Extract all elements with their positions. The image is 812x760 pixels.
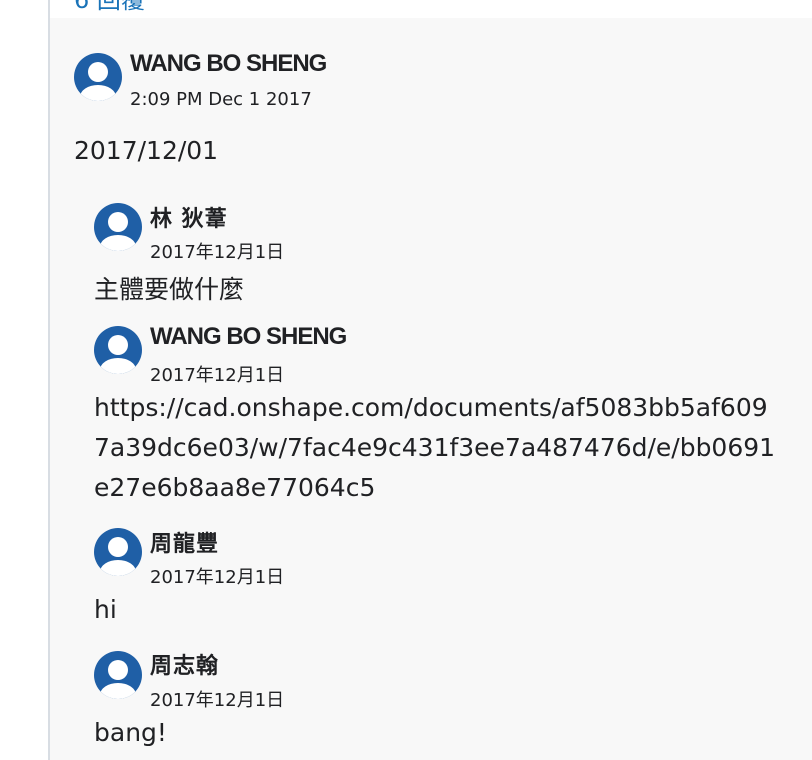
reply-author[interactable]: 周龍豐 [150,526,219,558]
reply-body-link-line[interactable]: e27e6b8aa8e77064c5 [94,468,375,508]
user-avatar-icon[interactable] [94,326,142,374]
reply-body: hi [94,595,117,624]
reply-count-link[interactable]: 6 回覆 [74,0,145,14]
reply-body: 主體要做什麼 [94,275,245,304]
user-avatar-icon[interactable] [94,203,142,251]
user-avatar-icon[interactable] [74,53,122,101]
reply-author[interactable]: WANG BO SHENG [150,323,347,351]
reply-date: 2017年12月1日 [150,567,285,588]
user-avatar-icon[interactable] [94,651,142,699]
reply-author[interactable]: 林 狄葦 [150,201,228,233]
reply-body-link-line[interactable]: https://cad.onshape.com/documents/af5083… [94,388,768,428]
comment-thread: 6 回覆 WANG BO SHENG 2:09 PM Dec 1 2017 20… [0,0,812,760]
reply-author[interactable]: 周志翰 [150,648,219,680]
post-author[interactable]: WANG BO SHENG [130,50,327,78]
reply-body-link-line[interactable]: 7a39dc6e03/w/7fac4e9c431f3ee7a487476d/e/… [94,428,775,468]
user-avatar-icon[interactable] [94,528,142,576]
reply-date: 2017年12月1日 [150,690,285,711]
post-body: 2017/12/01 [74,136,219,165]
reply-body: bang! [94,718,167,747]
reply-date: 2017年12月1日 [150,242,285,263]
post-timestamp: 2:09 PM Dec 1 2017 [130,89,312,110]
reply-date: 2017年12月1日 [150,365,285,386]
